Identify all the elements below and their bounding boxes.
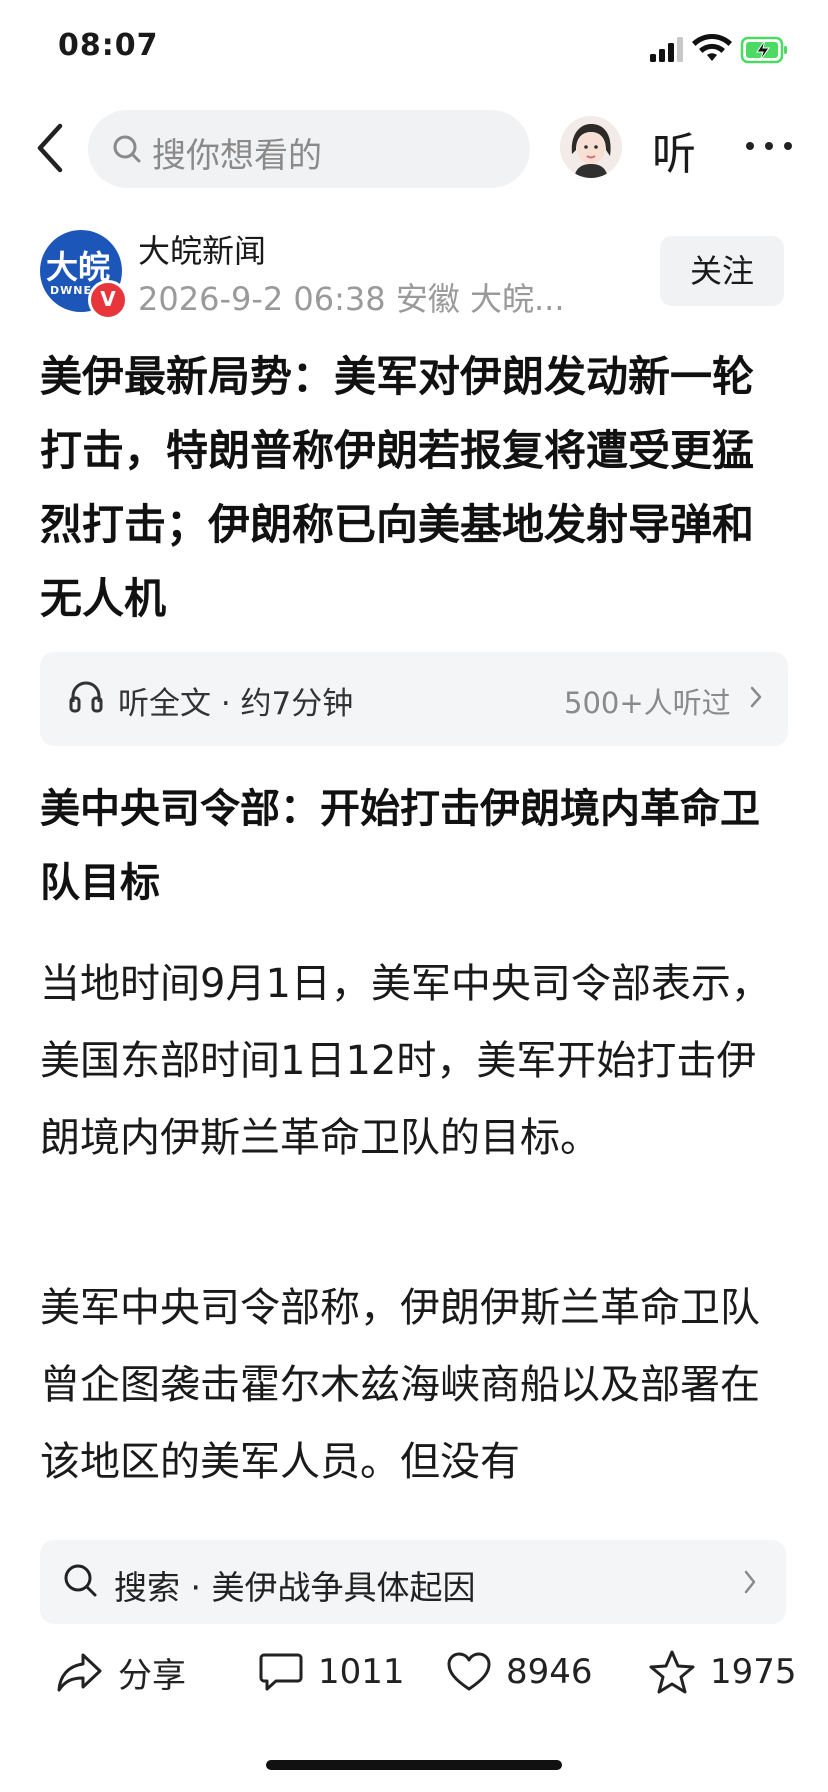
like-count: 8946 (506, 1652, 593, 1692)
listen-full-article[interactable]: 听全文 · 约7分钟 500+人听过 (40, 652, 788, 746)
more-button[interactable] (744, 126, 794, 166)
headphone-icon (68, 678, 104, 718)
section-heading: 美中央司令部：开始打击伊朗境内革命卫队目标 (40, 786, 760, 906)
favorite-count: 1975 (710, 1652, 797, 1692)
status-icons (650, 34, 790, 66)
paragraph: 当地时间9月1日，美军中央司令部表示，美国东部时间1日12时，美军开始打击伊朗境… (40, 961, 771, 1161)
verified-badge: V (88, 280, 128, 320)
comment-icon (259, 1653, 303, 1691)
chevron-right-icon (746, 682, 766, 716)
comment-button[interactable]: 1011 (258, 1640, 405, 1704)
search-suggestion[interactable]: 搜索 · 美伊战争具体起因 (40, 1540, 786, 1624)
comment-count: 1011 (318, 1652, 405, 1692)
listeners-count: 500+人听过 (564, 686, 731, 720)
chevron-right-icon (740, 1566, 760, 1602)
status-time: 08:07 (58, 28, 159, 63)
share-icon (57, 1653, 102, 1692)
search-icon (62, 1562, 100, 1604)
favorite-button[interactable]: 1975 (648, 1640, 797, 1704)
search-suggestion-label: 搜索 · 美伊战争具体起因 (114, 1568, 476, 1607)
search-icon (112, 134, 142, 168)
back-button[interactable] (30, 120, 74, 176)
listen-button[interactable]: 听 (652, 118, 696, 182)
share-button[interactable]: 分享 (56, 1640, 186, 1704)
star-icon (649, 1650, 695, 1694)
listen-full-label: 听全文 · 约7分钟 (118, 686, 354, 722)
like-button[interactable]: 8946 (446, 1640, 593, 1704)
back-icon (37, 123, 63, 173)
more-icon (746, 142, 792, 150)
avatar[interactable] (560, 116, 622, 178)
search-placeholder: 搜你想看的 (152, 136, 322, 176)
search-input[interactable]: 搜你想看的 (88, 110, 530, 188)
author-meta: 2026-9-2 06:38 安徽 大皖... (138, 280, 565, 318)
home-indicator (266, 1760, 562, 1770)
paragraph: 美军中央司令部称，伊朗伊斯兰革命卫队曾企图袭击霍尔木兹海峡商船以及部署在该地区的… (40, 1285, 760, 1485)
share-label: 分享 (118, 1655, 186, 1696)
wifi-icon (692, 34, 732, 61)
author-name[interactable]: 大皖新闻 (138, 226, 266, 272)
article-title: 美伊最新局势：美军对伊朗发动新一轮打击，特朗普称伊朗若报复将遭受更猛烈打击；伊朗… (40, 352, 755, 623)
signal-icon (650, 37, 683, 62)
battery-charging-icon (740, 36, 787, 64)
heart-icon (447, 1652, 491, 1691)
follow-button[interactable]: 关注 (660, 236, 784, 306)
